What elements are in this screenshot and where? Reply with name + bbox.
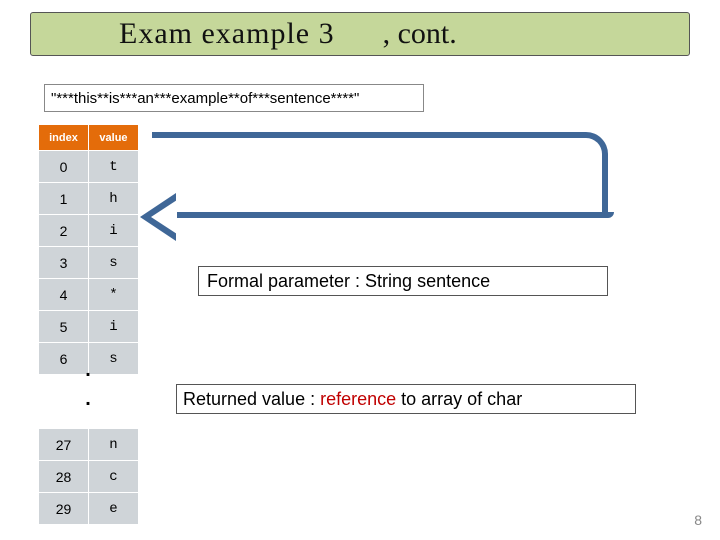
table-row: 5i [39, 311, 139, 343]
cell-value: i [89, 215, 139, 247]
cell-value: t [89, 151, 139, 183]
page-number: 8 [694, 512, 702, 528]
table-row: 2i [39, 215, 139, 247]
cell-value: e [89, 493, 139, 525]
returned-post: to array of char [396, 389, 522, 410]
title-bar: Exam example 3 , cont. [30, 12, 690, 56]
title-part1: Exam example 3 [119, 17, 335, 51]
cell-index: 28 [39, 461, 89, 493]
table-row: 27n [39, 429, 139, 461]
arrow-bottom [152, 212, 614, 218]
table-row: 0t [39, 151, 139, 183]
table-row: 29e [39, 493, 139, 525]
table-row: 28c [39, 461, 139, 493]
char-table-bottom: 27n28c29e [38, 428, 139, 525]
arrow-head-inner [151, 200, 177, 234]
cell-index: 2 [39, 215, 89, 247]
col-header-index: index [39, 125, 89, 151]
cell-value: c [89, 461, 139, 493]
cell-index: 3 [39, 247, 89, 279]
char-table-top: index value 0t1h2i3s4*5i6s [38, 124, 139, 375]
sentence-string-box: "***this**is***an***example**of***senten… [44, 84, 424, 112]
cell-index: 5 [39, 311, 89, 343]
title-part2: , cont. [383, 17, 457, 51]
sentence-text: "***this**is***an***example**of***senten… [51, 90, 359, 107]
cell-index: 6 [39, 343, 89, 375]
formal-parameter-text: Formal parameter : String sentence [207, 271, 490, 292]
dot: . [82, 360, 94, 383]
arrow-body [152, 132, 608, 218]
cell-index: 29 [39, 493, 89, 525]
cell-value: * [89, 279, 139, 311]
cell-value: n [89, 429, 139, 461]
table-row: 3s [39, 247, 139, 279]
returned-pre: Returned value : [183, 389, 320, 410]
cell-value: i [89, 311, 139, 343]
slide: Exam example 3 , cont. "***this**is***an… [0, 0, 720, 540]
cell-value: s [89, 247, 139, 279]
cell-index: 27 [39, 429, 89, 461]
col-header-value: value [89, 125, 139, 151]
returned-reference: reference [320, 389, 396, 410]
cell-index: 4 [39, 279, 89, 311]
formal-parameter-box: Formal parameter : String sentence [198, 266, 608, 296]
returned-value-box: Returned value : reference to array of c… [176, 384, 636, 414]
cell-value: s [89, 343, 139, 375]
dot: . [82, 389, 94, 412]
table-row: 1h [39, 183, 139, 215]
cell-index: 1 [39, 183, 89, 215]
cell-value: h [89, 183, 139, 215]
cell-index: 0 [39, 151, 89, 183]
table-row: 4* [39, 279, 139, 311]
